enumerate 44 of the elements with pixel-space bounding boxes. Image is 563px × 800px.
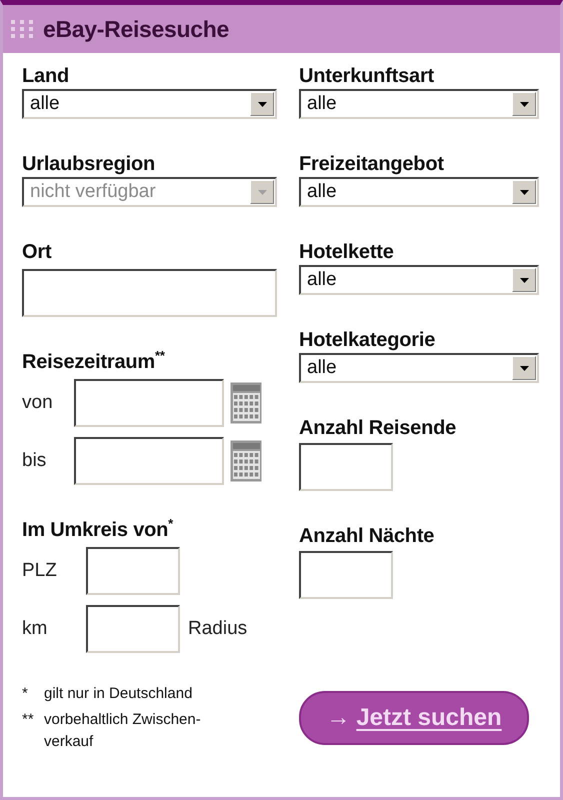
field-label: Unterkunftsart: [299, 64, 435, 89]
dropdown[interactable]: alle: [299, 353, 539, 383]
field-label: Radius: [188, 616, 248, 641]
caret-icon: [520, 190, 528, 194]
field-label: PLZ: [22, 558, 58, 583]
field-label: Anzahl Nächte: [299, 524, 436, 549]
caret-icon: [520, 278, 528, 282]
field-label: Urlaubsregion: [22, 152, 156, 177]
caret-icon: [520, 102, 528, 106]
dropdown[interactable]: alle: [299, 177, 539, 207]
field-label: km: [22, 616, 48, 641]
input-field[interactable]: [299, 551, 393, 599]
footnote-text: vorbehaltlich Zwischen- verkauf: [44, 710, 202, 752]
input-field[interactable]: [299, 443, 393, 491]
field-label: Hotelkette: [299, 240, 395, 265]
calendar-icon[interactable]: [230, 440, 262, 482]
field-label: Reisezeitraum$^{**}$: [22, 349, 166, 375]
calendar-icon[interactable]: [230, 382, 262, 424]
footnote-mark: *: [22, 684, 29, 704]
input-field[interactable]: [74, 437, 224, 485]
field-label: Land: [22, 64, 70, 89]
dropdown[interactable]: alle: [22, 89, 277, 119]
input-field[interactable]: [86, 547, 180, 595]
input-field[interactable]: [86, 605, 180, 653]
footnote-text: gilt nur in Deutschland: [44, 684, 194, 704]
input-field[interactable]: [74, 379, 224, 427]
grip-icon: [11, 19, 33, 39]
search-button[interactable]: → Jetzt suchen: [299, 691, 529, 745]
field-label: bis: [22, 448, 48, 473]
input-field[interactable]: [22, 269, 277, 317]
panel-title: eBay-Reisesuche: [43, 14, 229, 44]
field-label: Ort: [22, 240, 52, 265]
field-label: Anzahl Reisende: [299, 416, 458, 441]
dropdown: nicht verfügbar: [22, 177, 277, 207]
footnote-mark: **: [22, 710, 35, 730]
field-label: Freizeitangebot: [299, 152, 445, 177]
field-label: Hotelkategorie: [299, 328, 436, 353]
field-label: von: [22, 390, 54, 415]
caret-icon: [258, 102, 266, 106]
caret-icon: [520, 366, 528, 370]
caret-icon: [258, 190, 266, 194]
field-label: Im Umkreis von$^{*}$: [22, 517, 174, 543]
dropdown[interactable]: alle: [299, 265, 539, 295]
dropdown[interactable]: alle: [299, 89, 539, 119]
